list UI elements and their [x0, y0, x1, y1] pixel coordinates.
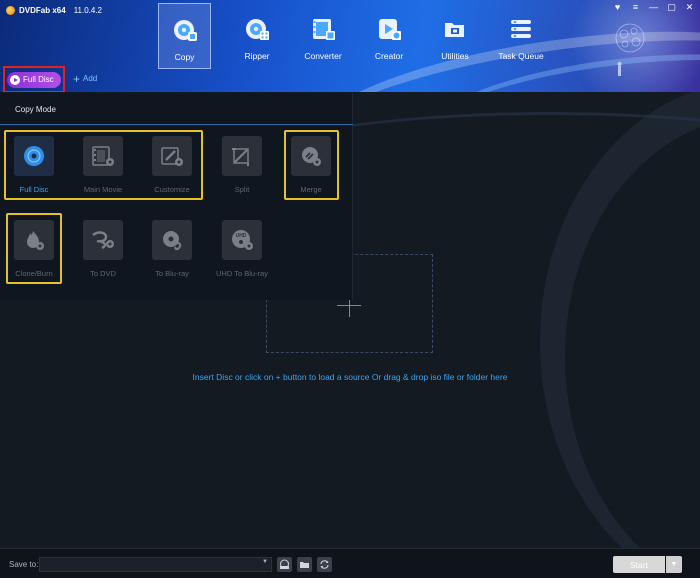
maximize-icon[interactable]: ▢: [667, 2, 676, 12]
mode-select-button[interactable]: Full Disc: [3, 66, 65, 93]
mode-merge-label: Merge: [300, 185, 322, 194]
nav-ripper[interactable]: Ripper: [224, 3, 290, 69]
folder-icon: [300, 562, 309, 568]
nav-converter[interactable]: Converter: [290, 3, 356, 69]
browse-folder-button[interactable]: [297, 557, 312, 572]
copy-mode-title: Copy Mode: [15, 105, 56, 114]
mode-clone-burn[interactable]: Clone/Burn: [10, 220, 58, 278]
nav-task-queue-label: Task Queue: [498, 51, 544, 61]
mode-merge[interactable]: Merge: [287, 136, 335, 194]
minimize-icon[interactable]: —: [649, 2, 658, 12]
task-queue-icon: [511, 20, 531, 38]
bottom-bar: Save to: ▼ Start ▼: [0, 548, 700, 578]
creator-disc-icon: [379, 19, 401, 40]
play-circle-icon: [10, 74, 20, 85]
to-bluray-icon: [163, 231, 182, 251]
uhd-to-bluray-icon: UHD: [232, 230, 253, 250]
start-button[interactable]: Start: [613, 556, 665, 573]
mode-uhd-to-bluray-label: UHD To Blu-ray: [216, 269, 268, 278]
mode-to-dvd[interactable]: To DVD: [79, 220, 127, 278]
nav-utilities-label: Utilities: [441, 51, 469, 61]
nav-ripper-label: Ripper: [244, 51, 270, 61]
nav-creator-label: Creator: [374, 51, 404, 61]
nav-task-queue[interactable]: Task Queue: [488, 3, 554, 69]
mode-full-disc-label: Full Disc: [19, 185, 49, 194]
customize-icon: [161, 147, 183, 166]
menu-icon[interactable]: ≡: [631, 2, 640, 12]
main-nav: Copy Ripper Converter Creator Utilities …: [158, 3, 554, 69]
main-movie-icon: [92, 146, 114, 166]
svg-text:UHD: UHD: [236, 233, 247, 239]
refresh-icon: [320, 560, 329, 569]
full-disc-icon: [24, 146, 44, 166]
save-dropdown-arrow-icon[interactable]: ▼: [262, 559, 268, 565]
iso-button[interactable]: [277, 557, 292, 572]
dvdfab-logo-icon: [6, 5, 15, 15]
split-icon: [232, 148, 249, 166]
mode-customize-label: Customize: [154, 185, 190, 194]
merge-icon: [302, 147, 321, 166]
nav-copy-label: Copy: [174, 52, 195, 62]
to-dvd-icon: [92, 231, 114, 250]
add-source-label: Add: [83, 74, 98, 83]
mode-customize[interactable]: Customize: [148, 136, 196, 194]
app-name: DVDFab x64: [19, 5, 66, 15]
mode-to-dvd-label: To DVD: [90, 269, 116, 278]
converter-film-icon: [313, 19, 335, 40]
window-controls: ♥ ≡ — ▢ ✕: [613, 2, 694, 12]
chevron-down-icon: ▼: [670, 561, 678, 568]
drop-hint: Insert Disc or click on + button to load…: [192, 372, 508, 382]
save-to-label: Save to:: [9, 560, 39, 569]
mode-split[interactable]: Split: [218, 136, 266, 194]
clone-burn-icon: [27, 231, 44, 250]
mode-main-movie-label: Main Movie: [83, 185, 123, 194]
ripper-disc-icon: [246, 19, 269, 40]
nav-creator[interactable]: Creator: [356, 3, 422, 69]
plus-icon: +: [73, 71, 81, 86]
utilities-folder-icon: [445, 23, 464, 37]
toolbar: Full Disc + Add: [0, 65, 700, 93]
mode-to-bluray[interactable]: To Blu-ray: [148, 220, 196, 278]
refresh-button[interactable]: [317, 557, 332, 572]
mode-select-label: Full Disc: [23, 75, 54, 84]
mode-full-disc[interactable]: Full Disc: [10, 136, 58, 194]
save-to-input[interactable]: [39, 557, 272, 572]
mode-uhd-to-bluray[interactable]: UHD UHD To Blu-ray: [216, 220, 268, 278]
close-icon[interactable]: ✕: [685, 2, 694, 12]
start-dropdown-button[interactable]: ▼: [666, 556, 682, 573]
mode-to-bluray-label: To Blu-ray: [155, 269, 189, 278]
app-version: 11.0.4.2: [73, 5, 103, 15]
mode-main-movie[interactable]: Main Movie: [79, 136, 127, 194]
title-bar: DVDFab x64 11.0.4.2: [6, 3, 102, 17]
add-source-button[interactable]: + Add: [73, 71, 98, 86]
mode-split-label: Split: [234, 185, 250, 194]
copy-mode-panel: Copy Mode Full Disc Main Movie Customize…: [0, 93, 353, 300]
copy-disc-icon: [173, 20, 197, 41]
mode-clone-burn-label: Clone/Burn: [15, 269, 53, 278]
nav-converter-label: Converter: [304, 51, 342, 61]
iso-disc-icon: [280, 559, 289, 569]
nav-utilities[interactable]: Utilities: [422, 3, 488, 69]
nav-copy[interactable]: Copy: [158, 3, 211, 69]
favorite-icon[interactable]: ♥: [613, 2, 622, 12]
